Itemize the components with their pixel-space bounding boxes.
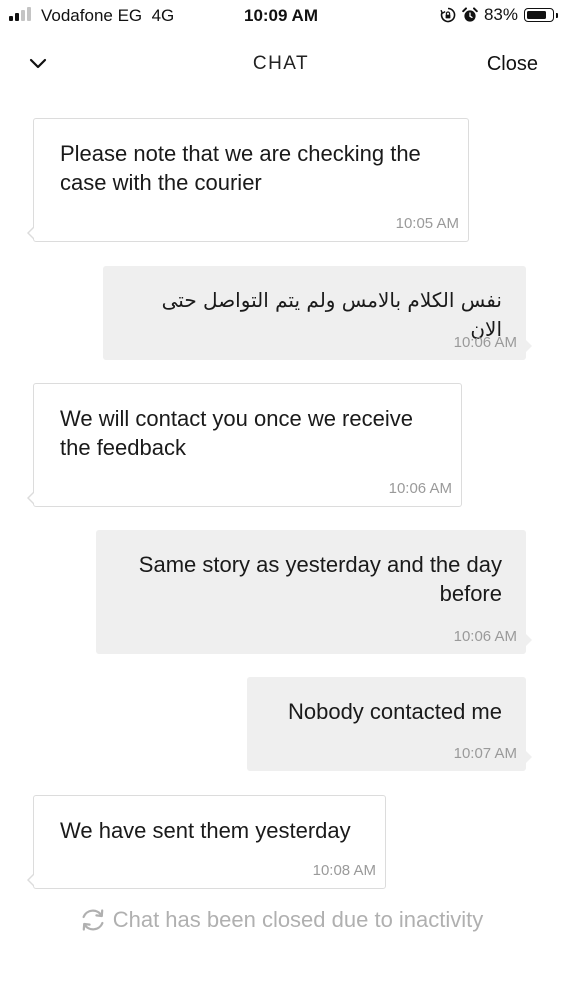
message-timestamp: 10:06 AM — [453, 628, 517, 645]
message-text: Please note that we are checking the cas… — [60, 141, 421, 195]
system-notice-text: Chat has been closed due to inactivity — [112, 907, 484, 932]
outgoing-message: Same story as yesterday and the day befo… — [96, 530, 532, 654]
message-timestamp: 10:06 AM — [453, 334, 517, 351]
message-text: Nobody contacted me — [287, 699, 502, 724]
message-timestamp: 10:05 AM — [395, 215, 459, 232]
outgoing-message: Nobody contacted me 10:07 AM — [247, 677, 532, 771]
incoming-message: We will contact you once we receive the … — [27, 383, 462, 507]
message-timestamp: 10:07 AM — [453, 745, 517, 762]
message-text: We have sent them yesterday — [60, 818, 351, 843]
message-list: Please note that we are checking the cas… — [0, 0, 562, 1000]
refresh-icon — [82, 909, 104, 931]
incoming-message: Please note that we are checking the cas… — [27, 118, 469, 242]
message-text: نفس الكلام بالامس ولم يتم التواصل حتى ال… — [161, 288, 502, 341]
outgoing-message: نفس الكلام بالامس ولم يتم التواصل حتى ال… — [103, 266, 532, 360]
incoming-message: We have sent them yesterday 10:08 AM — [27, 795, 386, 889]
message-timestamp: 10:06 AM — [388, 480, 452, 497]
chat-closed-notice: Chat has been closed due to inactivity — [0, 906, 562, 934]
message-text: We will contact you once we receive the … — [60, 406, 413, 460]
message-text: Same story as yesterday and the day befo… — [138, 552, 502, 606]
message-timestamp: 10:08 AM — [312, 862, 376, 879]
